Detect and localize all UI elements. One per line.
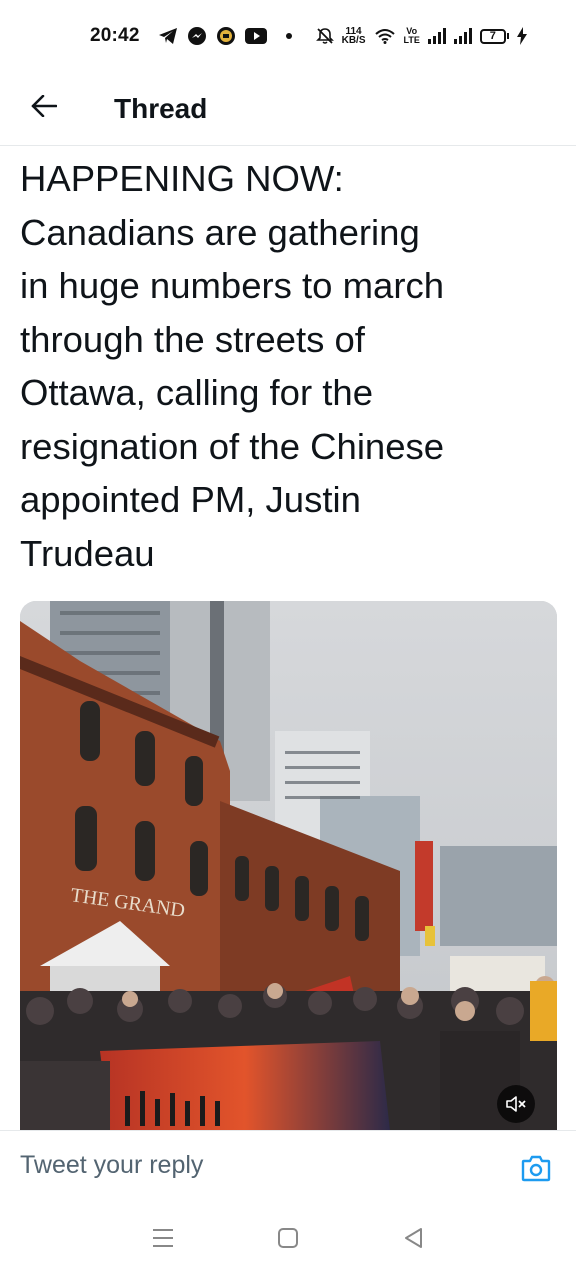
tweet-text-line: Canadians are gathering	[20, 211, 420, 253]
signal-icon	[453, 28, 472, 44]
tweet-text-line: Trudeau	[20, 532, 155, 574]
tweet-text-line: in huge numbers to march	[20, 265, 445, 306]
telegram-icon	[158, 27, 178, 45]
mute-button[interactable]	[497, 1085, 535, 1123]
volume-muted-icon	[505, 1095, 527, 1113]
battery-level: 7	[479, 28, 506, 44]
tweet-video[interactable]: THE GRAND	[20, 601, 557, 1131]
arrow-left-icon	[31, 94, 58, 122]
signal-icon	[427, 28, 446, 44]
back-nav-button[interactable]	[393, 1220, 433, 1260]
page-title: Thread	[114, 92, 208, 124]
battery-icon: 7	[479, 28, 509, 44]
system-nav-bar	[0, 1200, 576, 1280]
dot-icon	[285, 33, 292, 39]
volte-bottom: LTE	[403, 35, 420, 45]
notification-app-icon	[216, 26, 236, 46]
camera-button[interactable]	[520, 1155, 552, 1185]
status-time: 20:42	[90, 25, 140, 46]
charging-icon	[516, 27, 527, 45]
tweet-text-line: resignation of the Chinese	[20, 425, 445, 467]
volte-indicator: Vo LTE	[404, 27, 420, 45]
back-button[interactable]	[14, 79, 74, 139]
back-icon	[403, 1227, 423, 1254]
messenger-icon	[187, 26, 207, 46]
youtube-icon	[244, 28, 267, 44]
status-bar: 20:42 114 KB/S Vo LTE 7	[0, 0, 576, 72]
reply-bar	[0, 1130, 576, 1200]
tweet-text-line: appointed PM, Justin	[20, 479, 361, 520]
wifi-icon	[374, 28, 396, 44]
net-speed: 114 KB/S	[341, 27, 366, 46]
tweet-text-line: Ottawa, calling for the	[20, 372, 374, 413]
reply-input[interactable]	[20, 1140, 490, 1191]
home-icon	[277, 1227, 299, 1254]
mute-icon	[315, 27, 334, 45]
video-frame: THE GRAND	[20, 601, 557, 1131]
tweet-text: HAPPENING NOW: Canadians are gathering i…	[20, 152, 560, 580]
home-button[interactable]	[268, 1220, 308, 1260]
thread-header: Thread	[0, 72, 576, 146]
net-speed-unit: KB/S	[341, 35, 366, 46]
recent-apps-icon	[152, 1228, 174, 1253]
recent-apps-button[interactable]	[143, 1220, 183, 1260]
camera-icon	[521, 1154, 551, 1187]
tweet-text-line: HAPPENING NOW:	[20, 158, 344, 199]
tweet-text-line: through the streets of	[20, 318, 365, 360]
